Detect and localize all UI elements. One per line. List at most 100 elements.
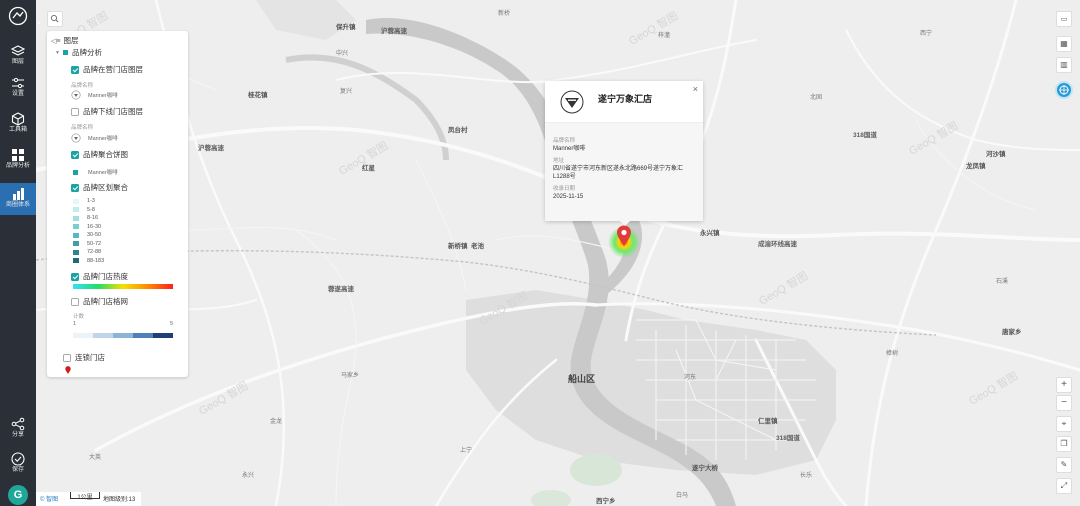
sidebar-item-label: 工具箱 xyxy=(8,127,27,133)
store-marker-icon[interactable] xyxy=(616,225,632,247)
zoom-in-button[interactable]: + xyxy=(1056,377,1072,393)
map-label-district: 船山区 xyxy=(568,374,596,384)
field-value: Manner咖啡 xyxy=(553,146,586,152)
popup-body: 品牌名称 Manner咖啡 地址 四川省遂宁市河东新区遂永北路669号遂宁万象汇… xyxy=(545,123,703,221)
district-legend-item: 8-16 xyxy=(73,214,104,223)
sidebar-item-label: 图层 xyxy=(11,59,24,65)
layer-label: 品牌下线门店图层 xyxy=(83,107,143,116)
sidebar-item-layers[interactable]: 图层 xyxy=(0,40,36,70)
legend-range-text: 16-30 xyxy=(87,223,102,230)
compass-icon xyxy=(1059,85,1069,95)
district-legend-item: 16-30 xyxy=(73,223,104,232)
compass-button[interactable] xyxy=(1055,81,1073,99)
map-label-place: 遂宁大桥 xyxy=(692,465,718,472)
map-label-place: 金龙 xyxy=(270,419,283,425)
popup-title: 遂宁万象汇店 xyxy=(598,94,653,104)
district-legend-item: 88-183 xyxy=(73,257,104,266)
share-label: 分享 xyxy=(11,432,24,438)
search-button[interactable] xyxy=(47,11,63,27)
draw-button[interactable]: ✎ xyxy=(1056,457,1072,473)
district-legend: 1-3 5-8 8-16 16-30 30-50 50-72 72-88 88-183 xyxy=(73,197,104,265)
layer-group-brand[interactable]: ▼ 品牌分析 xyxy=(55,47,102,58)
checkbox[interactable] xyxy=(71,65,79,74)
map-label-place: 大英 xyxy=(89,455,102,461)
bar-chart-icon: ▥ xyxy=(1060,60,1068,69)
legend-swatch xyxy=(73,224,79,230)
checkbox[interactable] xyxy=(71,183,79,192)
map-label-road: 318国道 xyxy=(776,435,800,442)
pin-icon xyxy=(65,366,71,374)
grid-view-button[interactable]: ▦ xyxy=(1056,36,1072,52)
grid-count-min: 1 xyxy=(73,321,76,327)
map-label-place: 凤台村 xyxy=(448,127,468,134)
sidebar-item-toolbox[interactable]: 工具箱 xyxy=(0,108,36,138)
map-label-place: 保升镇 xyxy=(336,24,356,31)
legend-key: 品牌名称 xyxy=(71,81,93,89)
map-canvas[interactable]: GeoQ 智图 GeoQ 智图 GeoQ 智图 GeoQ 智图 GeoQ 智图 … xyxy=(36,0,1080,506)
field-key: 地址 xyxy=(553,158,565,164)
legend-swatch xyxy=(73,232,79,238)
sidebar-item-business-district[interactable]: 商圈体系 xyxy=(0,183,36,215)
sliders-icon xyxy=(12,77,24,89)
layer-heat[interactable]: 品牌门店热度 xyxy=(71,271,128,282)
layer-linked-stores[interactable]: 连锁门店 xyxy=(63,352,105,363)
checkbox[interactable] xyxy=(71,150,79,159)
map-label-place: 河东 xyxy=(684,375,697,381)
stack-icon: ❐ xyxy=(1060,439,1068,448)
layer-stores-off[interactable]: 品牌下线门店图层 xyxy=(71,106,143,117)
target-icon: ⌖ xyxy=(1061,419,1067,428)
store-popup: 遂宁万象汇店 × 品牌名称 Manner咖啡 地址 四川省遂宁市河东新区遂永北路… xyxy=(545,81,703,221)
map-label-place: 中兴 xyxy=(336,51,349,57)
legend-key-text: 品牌名称 xyxy=(71,83,94,89)
sidebar-item-brand-analysis[interactable]: 品牌分析 xyxy=(0,144,36,174)
legend-swatch xyxy=(73,198,79,204)
count-min-text: 1 xyxy=(73,321,77,327)
layer-district[interactable]: 品牌区划聚合 xyxy=(71,182,128,193)
district-legend-item: 72-88 xyxy=(73,248,104,257)
legend-range-text: 5-8 xyxy=(87,206,95,213)
layer-panel-header[interactable]: ◁≡ 图层 xyxy=(51,35,78,46)
map-label-road: 沪蓉高速 xyxy=(198,145,224,152)
sidebar-item-settings[interactable]: 设置 xyxy=(0,72,36,102)
map-label-place: 白马 xyxy=(676,493,689,499)
layer-pie[interactable]: 品牌聚合饼图 xyxy=(71,149,128,160)
count-max-text: 5 xyxy=(170,321,174,327)
map-label-place: 河沙镇 xyxy=(986,151,1006,158)
checkbox[interactable] xyxy=(71,272,79,281)
save-button[interactable]: 保存 xyxy=(0,448,36,478)
map-label-place: 西宁 xyxy=(920,31,933,37)
checkbox[interactable] xyxy=(71,107,79,116)
map-label-place: 新桥镇 xyxy=(448,243,468,250)
measure-button[interactable]: ⤢ xyxy=(1056,478,1072,494)
legend-range-text: 30-50 xyxy=(87,232,102,239)
popup-pointer xyxy=(620,221,630,226)
map-label-place: 北固 xyxy=(810,95,823,101)
layer-grid[interactable]: 品牌门店格网 xyxy=(71,296,128,307)
layer-label: 连锁门店 xyxy=(75,353,105,362)
field-key: 品牌名称 xyxy=(553,138,576,144)
brand-logo-icon xyxy=(71,133,81,143)
avatar[interactable]: G xyxy=(8,485,28,505)
layers-toggle-button[interactable]: ❐ xyxy=(1056,436,1072,452)
field-value: 四川省遂宁市河东新区遂永北路669号遂宁万象汇L1288号 xyxy=(553,166,684,180)
field-key: 收录日期 xyxy=(553,186,576,192)
checkbox[interactable] xyxy=(71,297,79,306)
close-icon[interactable]: × xyxy=(693,84,698,94)
district-legend-item: 30-50 xyxy=(73,231,104,240)
grid-count-max: 5 xyxy=(170,321,173,327)
locate-button[interactable]: ⌖ xyxy=(1056,416,1072,432)
fullscreen-button[interactable]: ▭ xyxy=(1056,11,1072,27)
checkbox[interactable] xyxy=(63,353,71,362)
layers-icon xyxy=(11,45,25,56)
zoom-level: 地图级别:13 xyxy=(103,497,136,503)
logo-icon[interactable] xyxy=(8,6,28,26)
chart-button[interactable]: ▥ xyxy=(1056,57,1072,73)
map-label-place: 石溪 xyxy=(996,279,1009,285)
legend-brand-entry: Manner咖啡 xyxy=(71,133,118,143)
zoom-out-button[interactable]: − xyxy=(1056,395,1072,411)
sidebar-item-label: 品牌分析 xyxy=(5,163,30,169)
share-button[interactable]: 分享 xyxy=(0,413,36,443)
collapse-arrow-icon[interactable]: ▸ xyxy=(38,20,41,26)
save-label: 保存 xyxy=(11,467,24,473)
layer-stores-on[interactable]: 品牌在营门店图层 xyxy=(71,64,143,75)
